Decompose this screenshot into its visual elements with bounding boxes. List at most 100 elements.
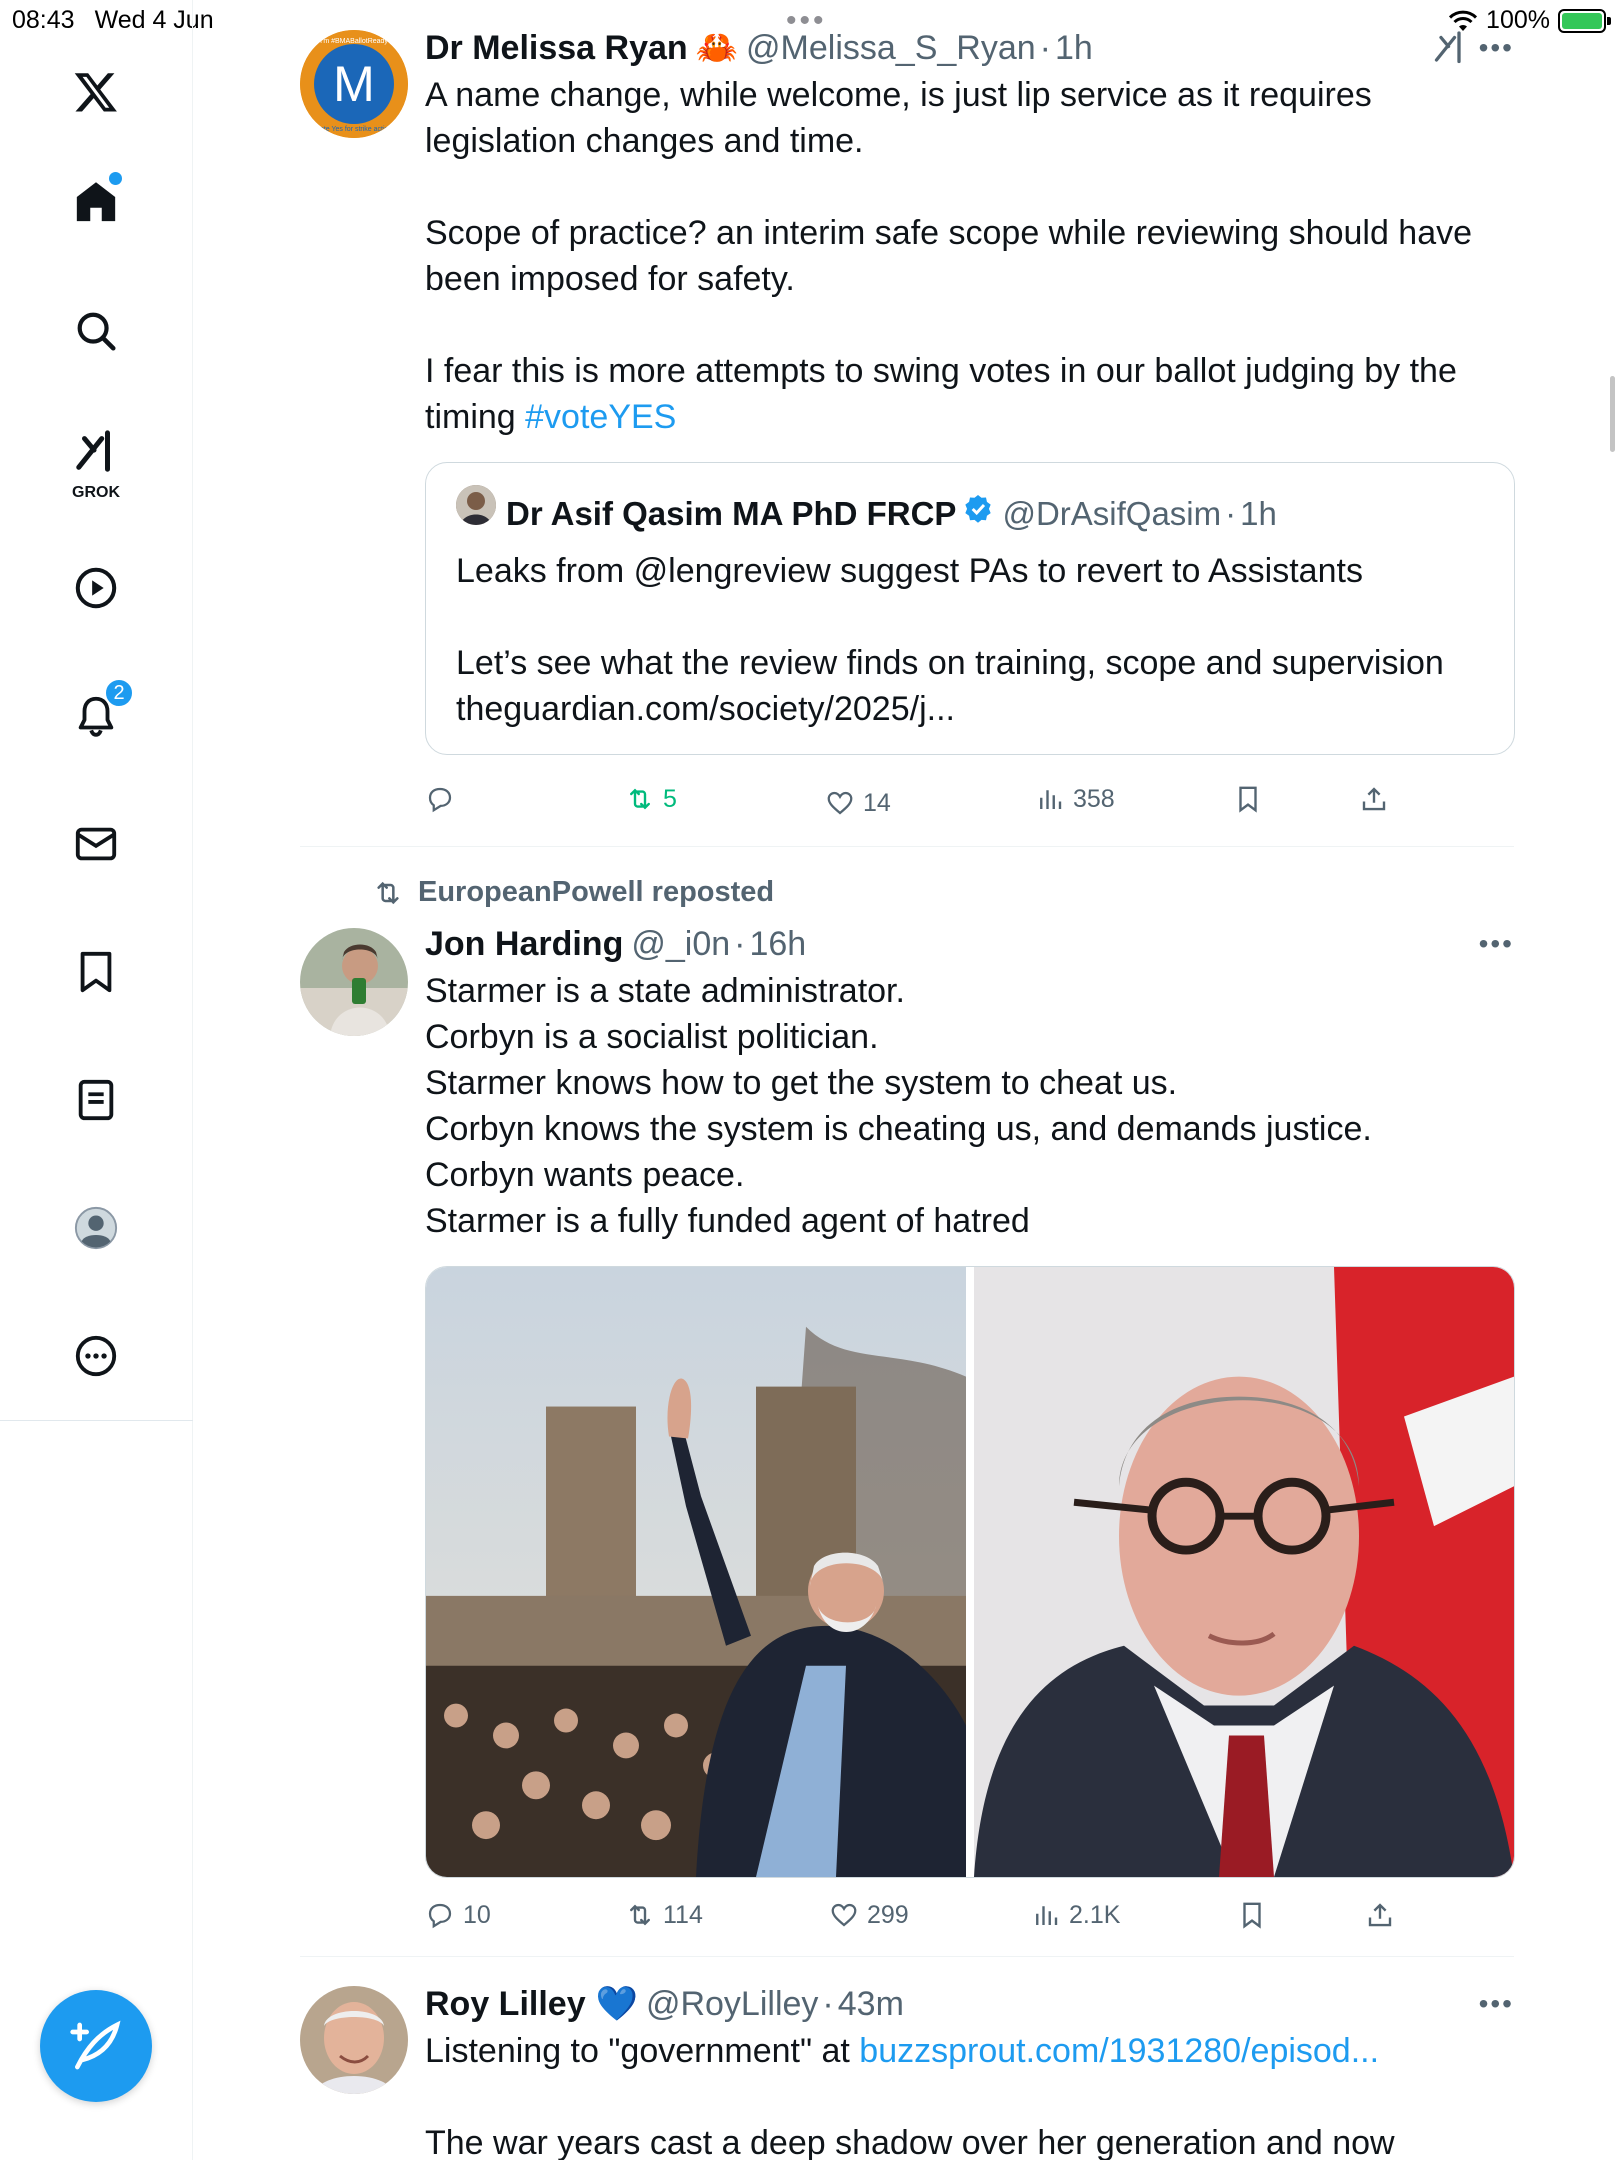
author-handle[interactable]: @RoyLilley: [646, 1982, 818, 2026]
heart-icon: [827, 791, 853, 815]
quoted-author-avatar[interactable]: [456, 485, 496, 525]
battery-icon: [1558, 8, 1611, 33]
repost-icon: [630, 1904, 650, 1926]
repost-icon: [377, 881, 399, 904]
author-name[interactable]: Dr Melissa Ryan: [425, 26, 688, 70]
media-image-portrait[interactable]: [974, 1267, 1514, 1877]
bookmark-button[interactable]: [1237, 1900, 1267, 1930]
author-name[interactable]: Roy Lilley: [425, 1982, 586, 2026]
verified-badge-icon: [962, 492, 994, 536]
repost-count: 5: [663, 784, 677, 813]
separator: ·: [734, 925, 746, 963]
like-count: 14: [863, 788, 891, 817]
reply-icon: [428, 1903, 452, 1929]
blue-heart-emoji: 💙: [595, 1985, 638, 2023]
bookmark-button[interactable]: [1233, 784, 1263, 814]
views-button[interactable]: 2.1K: [1031, 1900, 1120, 1930]
views-icon: [1036, 1906, 1058, 1925]
avatar-melissa-ryan[interactable]: M I'm #BMABallotReady Vote Yes for strik…: [300, 30, 408, 138]
reply-button[interactable]: 10: [425, 1900, 491, 1930]
search-icon[interactable]: [62, 297, 130, 365]
view-count: 2.1K: [1069, 1900, 1121, 1929]
feather-plus-icon: [70, 2020, 121, 2070]
tweet-text: Starmer is a state administrator. Corbyn…: [425, 972, 1372, 1240]
video-icon[interactable]: [62, 554, 130, 622]
like-count: 299: [867, 1900, 909, 1929]
messages-icon[interactable]: [62, 810, 130, 878]
reply-icon: [428, 787, 452, 813]
separator: ·: [822, 1985, 834, 2023]
reposted-by-label: EuropeanPowell reposted: [418, 876, 775, 908]
share-icon: [1362, 787, 1386, 811]
tweet-header: Roy Lilley 💙 @RoyLilley · 43m: [425, 1982, 1514, 2026]
like-button[interactable]: 14: [825, 788, 891, 818]
grok-explain-icon[interactable]: [1432, 28, 1468, 68]
share-button[interactable]: [1365, 1900, 1395, 1930]
hashtag-link[interactable]: #voteYES: [525, 398, 676, 436]
tweet-actions: 5 14 358: [425, 784, 1405, 824]
more-icon[interactable]: [62, 1322, 130, 1390]
quoted-tweet-text: Leaks from @lengreview suggest PAs to re…: [456, 552, 1444, 728]
x-logo-icon[interactable]: [62, 58, 130, 126]
grok-icon[interactable]: GROK: [62, 418, 130, 501]
tweet-time[interactable]: 16h: [749, 922, 806, 966]
tweet-text: A name change, while welcome, is just li…: [425, 72, 1485, 440]
repost-icon: [630, 788, 650, 810]
tweet-divider: [300, 1956, 1514, 1957]
share-button[interactable]: [1359, 784, 1389, 814]
profile-avatar-icon[interactable]: [62, 1194, 130, 1262]
tweet-actions: 10 114 299 2.1K: [425, 1900, 1405, 1940]
tweet-header: Jon Harding @_i0n · 16h: [425, 922, 1514, 966]
tweet-text-continued: The war years cast a deep shadow over he…: [425, 2124, 1395, 2160]
tweet-body: A name change, while welcome, is just li…: [425, 76, 1473, 436]
sidebar: GROK 2: [0, 0, 193, 2160]
reply-count: 10: [463, 1900, 491, 1929]
avatar-letter: M: [333, 56, 375, 112]
views-button[interactable]: 358: [1035, 784, 1115, 814]
notifications-badge: 2: [104, 678, 134, 708]
quoted-tweet[interactable]: Dr Asif Qasim MA PhD FRCP @DrAsifQasim ·…: [425, 462, 1515, 755]
quoted-author-name[interactable]: Dr Asif Qasim MA PhD FRCP: [506, 492, 956, 536]
heart-icon: [831, 1903, 857, 1927]
scrollbar-thumb[interactable]: [1610, 376, 1615, 452]
avatar-roy-lilley[interactable]: [300, 1986, 408, 2094]
repost-button[interactable]: 5: [625, 784, 677, 814]
repost-button[interactable]: 114: [625, 1900, 703, 1930]
home-icon[interactable]: [62, 168, 130, 236]
author-name[interactable]: Jon Harding: [425, 922, 623, 966]
media-image-crowd[interactable]: [426, 1267, 966, 1877]
view-count: 358: [1073, 784, 1115, 813]
more-options-icon[interactable]: •••: [1479, 1988, 1514, 2020]
quoted-author-handle[interactable]: @DrAsifQasim: [1002, 492, 1221, 536]
bookmarks-icon[interactable]: [62, 938, 130, 1006]
more-options-icon[interactable]: •••: [1479, 928, 1514, 960]
lists-icon[interactable]: [62, 1066, 130, 1134]
bookmark-icon: [1243, 1902, 1261, 1929]
bookmark-icon: [1239, 786, 1257, 813]
tweet-time[interactable]: 1h: [1055, 26, 1093, 70]
reply-button[interactable]: [425, 784, 463, 814]
separator: ·: [1225, 495, 1237, 532]
tweet-header: Dr Melissa Ryan 🦀 @Melissa_S_Ryan · 1h: [425, 26, 1514, 70]
quoted-tweet-time[interactable]: 1h: [1240, 492, 1277, 536]
repost-indicator[interactable]: EuropeanPowell reposted: [372, 876, 774, 909]
grok-label: GROK: [72, 484, 120, 501]
author-handle[interactable]: @_i0n: [631, 922, 730, 966]
author-handle[interactable]: @Melissa_S_Ryan: [746, 26, 1036, 70]
share-icon: [1368, 1903, 1392, 1927]
external-link[interactable]: buzzsprout.com/1931280/episod...: [859, 2032, 1379, 2070]
tweet-text-prefix: Listening to "government" at: [425, 2032, 860, 2070]
like-button[interactable]: 299: [829, 1900, 909, 1930]
crab-emoji: 🦀: [695, 29, 739, 67]
notifications-icon[interactable]: 2: [62, 678, 134, 750]
more-options-icon[interactable]: •••: [1434, 31, 1514, 64]
home-unread-dot: [109, 172, 122, 185]
avatar-ring-text-bottom: Vote Yes for strike action: [316, 126, 393, 133]
avatar-jon-harding[interactable]: [300, 928, 408, 1036]
tweet-text: Listening to "government" at buzzsprout.…: [425, 2028, 1514, 2074]
views-icon: [1040, 790, 1062, 809]
tweet-time[interactable]: 43m: [838, 1982, 904, 2026]
tweet-media-grid[interactable]: [425, 1266, 1515, 1878]
avatar-ring-text-top: I'm #BMABallotReady: [320, 38, 388, 45]
compose-post-button[interactable]: [40, 1990, 152, 2102]
